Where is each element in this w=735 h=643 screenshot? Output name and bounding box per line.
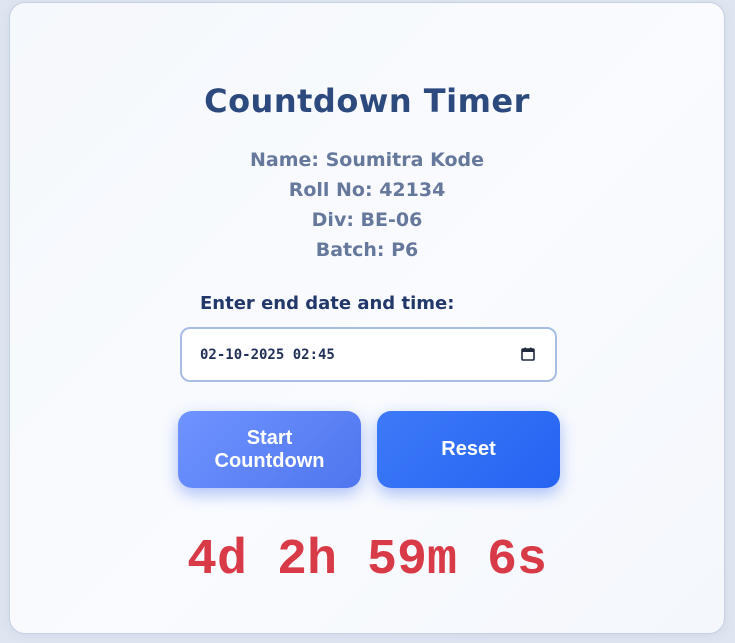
student-name: Name: Soumitra Kode bbox=[249, 149, 484, 171]
end-datetime-field[interactable] bbox=[180, 327, 557, 382]
student-div: Div: BE-06 bbox=[311, 209, 423, 231]
reset-button[interactable]: Reset bbox=[377, 411, 560, 488]
student-info: Name: Soumitra Kode Roll No: 42134 Div: … bbox=[10, 145, 724, 265]
end-datetime-input[interactable] bbox=[200, 329, 500, 380]
calendar-icon[interactable] bbox=[521, 347, 535, 361]
page-title: Countdown Timer bbox=[204, 82, 530, 120]
student-roll: Roll No: 42134 bbox=[288, 179, 446, 201]
timer-card: Countdown Timer Name: Soumitra Kode Roll… bbox=[9, 2, 725, 634]
end-datetime-label: Enter end date and time: bbox=[200, 293, 455, 314]
countdown-display: 4d 2h 59m 6s bbox=[186, 532, 548, 589]
student-batch: Batch: P6 bbox=[315, 239, 419, 261]
start-countdown-button[interactable]: Start Countdown bbox=[178, 411, 361, 488]
